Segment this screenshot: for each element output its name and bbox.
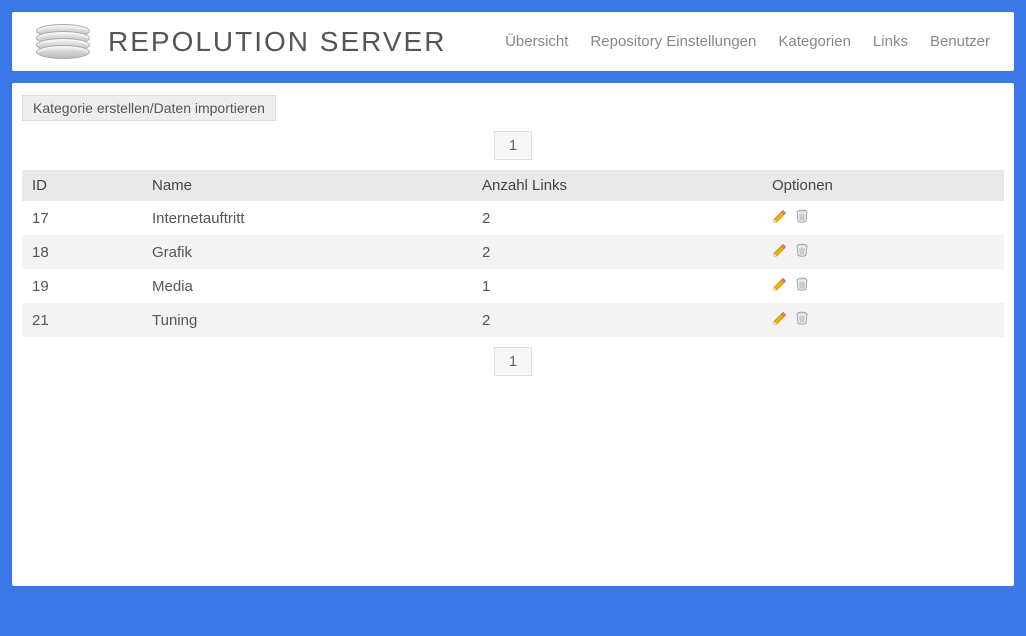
pager-top: 1: [22, 131, 1004, 160]
th-count: Anzahl Links: [472, 170, 762, 201]
cell-options: [762, 269, 1004, 303]
cell-id: 18: [22, 235, 142, 269]
nav-categories[interactable]: Kategorien: [778, 33, 851, 50]
cell-id: 17: [22, 201, 142, 235]
cell-options: [762, 201, 1004, 235]
cell-name: Media: [142, 269, 472, 303]
nav-users[interactable]: Benutzer: [930, 33, 990, 50]
trash-icon[interactable]: [794, 208, 810, 228]
page-button[interactable]: 1: [494, 131, 532, 160]
cell-count: 2: [472, 235, 762, 269]
th-options: Optionen: [762, 170, 1004, 201]
table-row: 17Internetauftritt2: [22, 201, 1004, 235]
trash-icon[interactable]: [794, 276, 810, 296]
nav-repo-settings[interactable]: Repository Einstellungen: [590, 33, 756, 50]
th-id: ID: [22, 170, 142, 201]
app-title: REPOLUTiON SERVER: [108, 26, 446, 58]
cell-name: Tuning: [142, 303, 472, 337]
cell-count: 1: [472, 269, 762, 303]
th-name: Name: [142, 170, 472, 201]
pencil-icon[interactable]: [772, 276, 788, 296]
pencil-icon[interactable]: [772, 208, 788, 228]
categories-table: ID Name Anzahl Links Optionen 17Internet…: [22, 170, 1004, 337]
logo[interactable]: REPOLUTiON SERVER: [36, 24, 446, 59]
trash-icon[interactable]: [794, 310, 810, 330]
pencil-icon[interactable]: [772, 242, 788, 262]
nav-overview[interactable]: Übersicht: [505, 33, 568, 50]
cell-count: 2: [472, 303, 762, 337]
cell-options: [762, 235, 1004, 269]
cell-name: Grafik: [142, 235, 472, 269]
nav-links[interactable]: Links: [873, 33, 908, 50]
cell-id: 19: [22, 269, 142, 303]
pager-bottom: 1: [22, 347, 1004, 376]
table-row: 21Tuning2: [22, 303, 1004, 337]
table-row: 18Grafik2: [22, 235, 1004, 269]
top-nav: Übersicht Repository Einstellungen Kateg…: [505, 33, 990, 50]
create-category-button[interactable]: Kategorie erstellen/Daten importieren: [22, 95, 276, 121]
trash-icon[interactable]: [794, 242, 810, 262]
database-icon: [36, 24, 90, 59]
cell-count: 2: [472, 201, 762, 235]
cell-name: Internetauftritt: [142, 201, 472, 235]
page-button[interactable]: 1: [494, 347, 532, 376]
pencil-icon[interactable]: [772, 310, 788, 330]
cell-id: 21: [22, 303, 142, 337]
cell-options: [762, 303, 1004, 337]
header-bar: REPOLUTiON SERVER Übersicht Repository E…: [12, 12, 1014, 71]
table-row: 19Media1: [22, 269, 1004, 303]
content-panel: Kategorie erstellen/Daten importieren 1 …: [12, 83, 1014, 586]
